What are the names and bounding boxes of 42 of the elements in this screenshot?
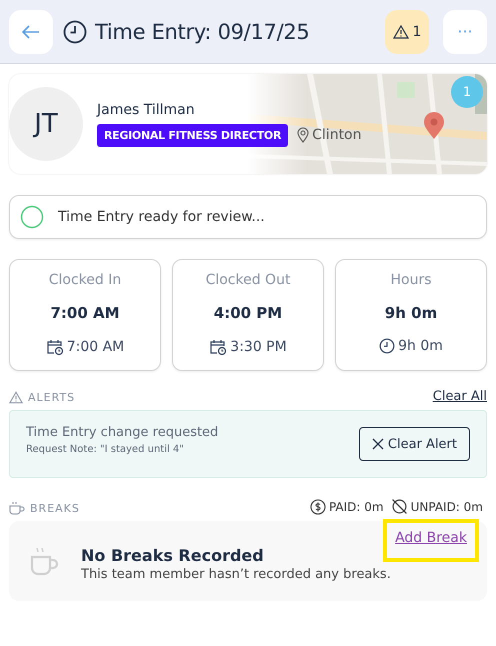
clock-icon [63,20,87,44]
avatar: JT [9,87,83,161]
role-badge: REGIONAL FITNESS DIRECTOR [97,124,288,146]
calendar-clock-icon [46,338,64,356]
stat-label: Clocked Out [206,272,290,288]
back-arrow-icon [22,24,40,38]
location-pin-icon [297,127,310,143]
employee-name: James Tillman [97,102,196,118]
warning-icon [392,24,409,38]
clear-alert-button[interactable]: Clear Alert [358,427,470,461]
clock-icon [379,338,396,354]
stat-value: 7:00 AM [50,304,120,322]
unpaid-total: UNPAID: 0m [410,500,483,514]
warning-icon [9,391,23,404]
stat-value: 9h 0m [384,304,438,322]
location-label: Clinton [312,127,362,143]
stat-detail: 9h 0m [398,338,443,354]
paid-total: PAID: 0m [328,500,384,514]
close-icon [372,438,384,450]
stat-value: 4:00 PM [214,304,282,322]
no-dollar-icon [390,498,408,515]
clear-all-link[interactable]: Clear All [432,389,487,404]
status-circle-icon [20,205,44,229]
empty-message: This team member hasn’t recorded any breaks. [81,567,391,582]
stat-label: Clocked In [48,272,122,288]
cup-icon [9,501,25,515]
section-heading: ALERTS [28,391,76,404]
add-break-link[interactable]: Add Break [383,519,479,562]
alert-title: Time Entry change requested [26,425,218,440]
stat-label: Hours [390,272,432,288]
page-title: Time Entry: 09/17/25 [95,20,310,44]
section-heading: BREAKS [30,502,80,514]
map-pin-icon [423,112,445,140]
stat-detail: 7:00 AM [66,339,124,355]
empty-title: No Breaks Recorded [81,546,265,565]
status-text: Time Entry ready for review... [58,209,265,225]
alert-note: Request Note: "I stayed until 4" [26,444,185,455]
dollar-icon [310,498,326,514]
alerts-button[interactable]: 1 [385,10,429,54]
stat-detail: 3:30 PM [230,339,287,355]
calendar-clock-icon [209,338,228,356]
back-button[interactable] [9,10,53,54]
